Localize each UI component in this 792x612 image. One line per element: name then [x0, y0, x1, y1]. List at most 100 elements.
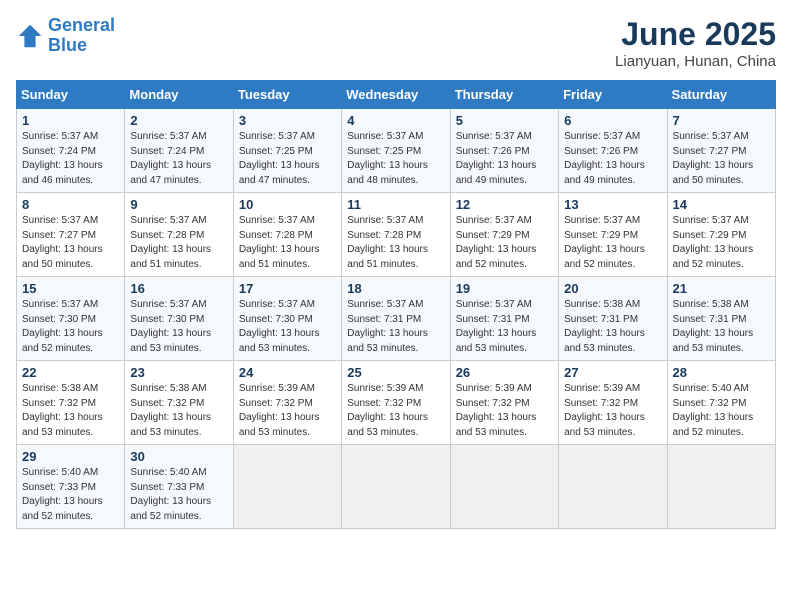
calendar-day-cell: 7 Sunrise: 5:37 AM Sunset: 7:27 PM Daylig…	[667, 109, 775, 193]
day-number: 7	[673, 113, 770, 128]
day-info: Sunrise: 5:40 AM Sunset: 7:33 PM Dayligh…	[22, 466, 119, 524]
day-info: Sunrise: 5:37 AM Sunset: 7:24 PM Dayligh…	[22, 130, 119, 188]
header-cell-tuesday: Tuesday	[233, 81, 341, 109]
calendar-week-row: 8 Sunrise: 5:37 AM Sunset: 7:27 PM Daylig…	[17, 193, 776, 277]
calendar-title: June 2025	[615, 16, 776, 53]
calendar-day-cell: 24 Sunrise: 5:39 AM Sunset: 7:32 PM Dayli…	[233, 361, 341, 445]
day-info: Sunrise: 5:39 AM Sunset: 7:32 PM Dayligh…	[564, 382, 661, 440]
calendar-day-cell: 20 Sunrise: 5:38 AM Sunset: 7:31 PM Dayli…	[559, 277, 667, 361]
day-info: Sunrise: 5:37 AM Sunset: 7:29 PM Dayligh…	[456, 214, 553, 272]
day-info: Sunrise: 5:39 AM Sunset: 7:32 PM Dayligh…	[456, 382, 553, 440]
day-number: 19	[456, 281, 553, 296]
logo-text: General Blue	[48, 16, 115, 56]
calendar-day-cell: 21Sunrise: 5:38 AM Sunset: 7:31 PM Dayli…	[667, 277, 775, 361]
calendar-day-cell: 25 Sunrise: 5:39 AM Sunset: 7:32 PM Dayli…	[342, 361, 450, 445]
day-info: Sunrise: 5:39 AM Sunset: 7:32 PM Dayligh…	[239, 382, 336, 440]
day-info: Sunrise: 5:37 AM Sunset: 7:29 PM Dayligh…	[564, 214, 661, 272]
day-number: 26	[456, 365, 553, 380]
calendar-day-cell: 3 Sunrise: 5:37 AM Sunset: 7:25 PM Daylig…	[233, 109, 341, 193]
calendar-day-cell: 10 Sunrise: 5:37 AM Sunset: 7:28 PM Dayli…	[233, 193, 341, 277]
calendar-day-cell: 6 Sunrise: 5:37 AM Sunset: 7:26 PM Daylig…	[559, 109, 667, 193]
day-info: Sunrise: 5:37 AM Sunset: 7:27 PM Dayligh…	[22, 214, 119, 272]
calendar-body: 1 Sunrise: 5:37 AM Sunset: 7:24 PM Daylig…	[17, 109, 776, 529]
day-info: Sunrise: 5:37 AM Sunset: 7:26 PM Dayligh…	[456, 130, 553, 188]
calendar-day-cell: 28Sunrise: 5:40 AM Sunset: 7:32 PM Dayli…	[667, 361, 775, 445]
calendar-header-row: SundayMondayTuesdayWednesdayThursdayFrid…	[17, 81, 776, 109]
day-number: 6	[564, 113, 661, 128]
logo: General Blue	[16, 16, 115, 56]
day-info: Sunrise: 5:38 AM Sunset: 7:32 PM Dayligh…	[22, 382, 119, 440]
day-info: Sunrise: 5:37 AM Sunset: 7:27 PM Dayligh…	[673, 130, 770, 188]
page-header: General Blue June 2025 Lianyuan, Hunan, …	[16, 16, 776, 70]
day-info: Sunrise: 5:37 AM Sunset: 7:29 PM Dayligh…	[673, 214, 770, 272]
day-info: Sunrise: 5:37 AM Sunset: 7:26 PM Dayligh…	[564, 130, 661, 188]
day-number: 10	[239, 197, 336, 212]
calendar-day-cell: 2Sunrise: 5:37 AM Sunset: 7:24 PM Daylig…	[125, 109, 233, 193]
logo-icon	[16, 22, 44, 50]
day-info: Sunrise: 5:40 AM Sunset: 7:33 PM Dayligh…	[130, 466, 227, 524]
calendar-day-cell: 11Sunrise: 5:37 AM Sunset: 7:28 PM Dayli…	[342, 193, 450, 277]
day-number: 9	[130, 197, 227, 212]
day-info: Sunrise: 5:39 AM Sunset: 7:32 PM Dayligh…	[347, 382, 444, 440]
day-info: Sunrise: 5:38 AM Sunset: 7:31 PM Dayligh…	[564, 298, 661, 356]
calendar-day-cell: 26 Sunrise: 5:39 AM Sunset: 7:32 PM Dayli…	[450, 361, 558, 445]
day-number: 5	[456, 113, 553, 128]
header-cell-thursday: Thursday	[450, 81, 558, 109]
calendar-week-row: 22 Sunrise: 5:38 AM Sunset: 7:32 PM Dayli…	[17, 361, 776, 445]
day-number: 20	[564, 281, 661, 296]
calendar-day-cell	[450, 445, 558, 529]
calendar-day-cell: 8 Sunrise: 5:37 AM Sunset: 7:27 PM Daylig…	[17, 193, 125, 277]
day-number: 1	[22, 113, 119, 128]
calendar-day-cell: 22 Sunrise: 5:38 AM Sunset: 7:32 PM Dayli…	[17, 361, 125, 445]
day-info: Sunrise: 5:37 AM Sunset: 7:28 PM Dayligh…	[239, 214, 336, 272]
calendar-day-cell	[667, 445, 775, 529]
day-number: 27	[564, 365, 661, 380]
calendar-day-cell: 5 Sunrise: 5:37 AM Sunset: 7:26 PM Daylig…	[450, 109, 558, 193]
day-info: Sunrise: 5:37 AM Sunset: 7:25 PM Dayligh…	[239, 130, 336, 188]
calendar-day-cell: 29 Sunrise: 5:40 AM Sunset: 7:33 PM Dayli…	[17, 445, 125, 529]
calendar-day-cell: 15 Sunrise: 5:37 AM Sunset: 7:30 PM Dayli…	[17, 277, 125, 361]
calendar-day-cell	[342, 445, 450, 529]
calendar-day-cell: 1 Sunrise: 5:37 AM Sunset: 7:24 PM Daylig…	[17, 109, 125, 193]
day-info: Sunrise: 5:37 AM Sunset: 7:31 PM Dayligh…	[456, 298, 553, 356]
calendar-week-row: 29 Sunrise: 5:40 AM Sunset: 7:33 PM Dayli…	[17, 445, 776, 529]
day-info: Sunrise: 5:37 AM Sunset: 7:30 PM Dayligh…	[22, 298, 119, 356]
day-number: 28	[673, 365, 770, 380]
day-info: Sunrise: 5:37 AM Sunset: 7:30 PM Dayligh…	[130, 298, 227, 356]
header-cell-friday: Friday	[559, 81, 667, 109]
day-info: Sunrise: 5:37 AM Sunset: 7:31 PM Dayligh…	[347, 298, 444, 356]
header-cell-wednesday: Wednesday	[342, 81, 450, 109]
day-info: Sunrise: 5:37 AM Sunset: 7:28 PM Dayligh…	[347, 214, 444, 272]
day-number: 15	[22, 281, 119, 296]
calendar-day-cell: 12 Sunrise: 5:37 AM Sunset: 7:29 PM Dayli…	[450, 193, 558, 277]
calendar-day-cell: 17Sunrise: 5:37 AM Sunset: 7:30 PM Dayli…	[233, 277, 341, 361]
day-number: 8	[22, 197, 119, 212]
title-block: June 2025 Lianyuan, Hunan, China	[615, 16, 776, 70]
day-number: 22	[22, 365, 119, 380]
day-number: 3	[239, 113, 336, 128]
calendar-day-cell: 9 Sunrise: 5:37 AM Sunset: 7:28 PM Daylig…	[125, 193, 233, 277]
calendar-week-row: 1 Sunrise: 5:37 AM Sunset: 7:24 PM Daylig…	[17, 109, 776, 193]
day-info: Sunrise: 5:37 AM Sunset: 7:25 PM Dayligh…	[347, 130, 444, 188]
day-number: 23	[130, 365, 227, 380]
calendar-day-cell: 4Sunrise: 5:37 AM Sunset: 7:25 PM Daylig…	[342, 109, 450, 193]
calendar-subtitle: Lianyuan, Hunan, China	[615, 53, 776, 70]
header-cell-monday: Monday	[125, 81, 233, 109]
day-number: 24	[239, 365, 336, 380]
day-number: 25	[347, 365, 444, 380]
day-number: 14	[673, 197, 770, 212]
day-number: 29	[22, 449, 119, 464]
day-info: Sunrise: 5:37 AM Sunset: 7:28 PM Dayligh…	[130, 214, 227, 272]
day-info: Sunrise: 5:37 AM Sunset: 7:30 PM Dayligh…	[239, 298, 336, 356]
header-cell-saturday: Saturday	[667, 81, 775, 109]
calendar-day-cell: 14 Sunrise: 5:37 AM Sunset: 7:29 PM Dayli…	[667, 193, 775, 277]
calendar-day-cell	[233, 445, 341, 529]
calendar-table: SundayMondayTuesdayWednesdayThursdayFrid…	[16, 80, 776, 529]
day-info: Sunrise: 5:38 AM Sunset: 7:31 PM Dayligh…	[673, 298, 770, 356]
calendar-day-cell: 19 Sunrise: 5:37 AM Sunset: 7:31 PM Dayli…	[450, 277, 558, 361]
calendar-day-cell: 16Sunrise: 5:37 AM Sunset: 7:30 PM Dayli…	[125, 277, 233, 361]
day-info: Sunrise: 5:37 AM Sunset: 7:24 PM Dayligh…	[130, 130, 227, 188]
calendar-week-row: 15 Sunrise: 5:37 AM Sunset: 7:30 PM Dayli…	[17, 277, 776, 361]
day-number: 30	[130, 449, 227, 464]
day-number: 12	[456, 197, 553, 212]
